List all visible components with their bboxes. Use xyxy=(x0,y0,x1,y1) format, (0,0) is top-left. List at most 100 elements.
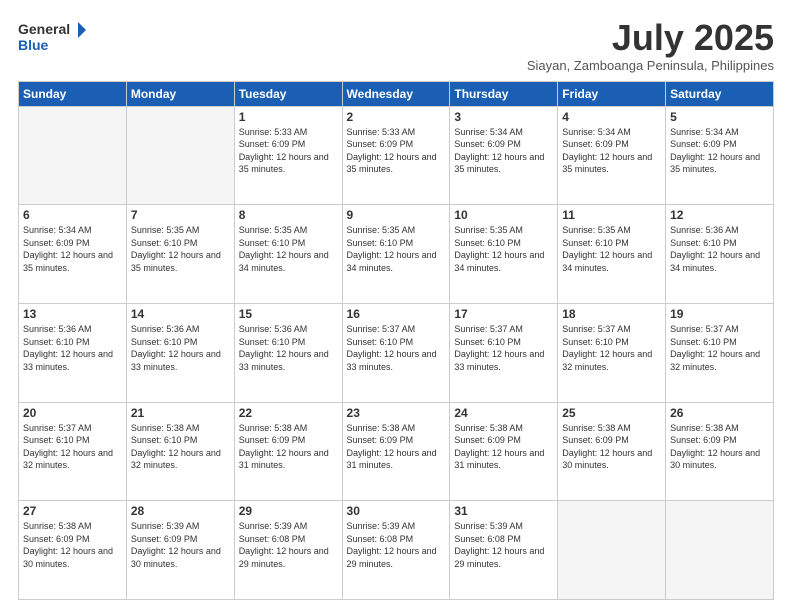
day-info: Sunrise: 5:39 AMSunset: 6:08 PMDaylight:… xyxy=(239,520,338,570)
day-number: 20 xyxy=(23,406,122,420)
day-cell-1-1: 7Sunrise: 5:35 AMSunset: 6:10 PMDaylight… xyxy=(126,205,234,304)
day-cell-2-3: 16 Sunrise: 5:37 AMSunset: 6:10 PMDayligh… xyxy=(342,303,450,402)
day-cell-2-2: 15 Sunrise: 5:36 AMSunset: 6:10 PMDayligh… xyxy=(234,303,342,402)
subtitle: Siayan, Zamboanga Peninsula, Philippines xyxy=(527,58,774,73)
day-info: Sunrise: 5:36 AMSunset: 6:10 PMDaylight:… xyxy=(239,323,338,373)
day-info: Sunrise: 5:33 AMSunset: 6:09 PMDaylight:… xyxy=(347,126,446,176)
day-cell-1-6: 12 Sunrise: 5:36 AMSunset: 6:10 PMDayligh… xyxy=(666,205,774,304)
day-cell-1-4: 10Sunrise: 5:35 AMSunset: 6:10 PMDayligh… xyxy=(450,205,558,304)
calendar: Sunday Monday Tuesday Wednesday Thursday… xyxy=(18,81,774,600)
day-number: 23 xyxy=(347,406,446,420)
day-cell-0-6: 5 Sunrise: 5:34 AMSunset: 6:09 PMDaylight… xyxy=(666,106,774,205)
day-info: Sunrise: 5:38 AMSunset: 6:09 PMDaylight:… xyxy=(239,422,338,472)
day-number: 24 xyxy=(454,406,553,420)
day-info: Sunrise: 5:34 AMSunset: 6:09 PMDaylight:… xyxy=(23,224,122,274)
header-thursday: Thursday xyxy=(450,81,558,106)
day-cell-2-0: 13Sunrise: 5:36 AMSunset: 6:10 PMDayligh… xyxy=(19,303,127,402)
day-number: 22 xyxy=(239,406,338,420)
day-cell-3-5: 25Sunrise: 5:38 AMSunset: 6:09 PMDayligh… xyxy=(558,402,666,501)
day-cell-3-0: 20 Sunrise: 5:37 AMSunset: 6:10 PMDayligh… xyxy=(19,402,127,501)
day-cell-4-4: 31Sunrise: 5:39 AMSunset: 6:08 PMDayligh… xyxy=(450,501,558,600)
calendar-header-row: Sunday Monday Tuesday Wednesday Thursday… xyxy=(19,81,774,106)
header: General Blue July 2025 Siayan, Zamboanga… xyxy=(18,18,774,73)
day-info: Sunrise: 5:37 AMSunset: 6:10 PMDaylight:… xyxy=(23,422,122,472)
day-number: 6 xyxy=(23,208,122,222)
day-cell-0-5: 4 Sunrise: 5:34 AMSunset: 6:09 PMDaylight… xyxy=(558,106,666,205)
day-info: Sunrise: 5:36 AMSunset: 6:10 PMDaylight:… xyxy=(131,323,230,373)
day-info: Sunrise: 5:33 AMSunset: 6:09 PMDaylight:… xyxy=(239,126,338,176)
title-block: July 2025 Siayan, Zamboanga Peninsula, P… xyxy=(527,18,774,73)
day-info: Sunrise: 5:38 AMSunset: 6:09 PMDaylight:… xyxy=(670,422,769,472)
day-number: 8 xyxy=(239,208,338,222)
week-row-4: 27 Sunrise: 5:38 AMSunset: 6:09 PMDayligh… xyxy=(19,501,774,600)
day-info: Sunrise: 5:35 AMSunset: 6:10 PMDaylight:… xyxy=(239,224,338,274)
svg-text:Blue: Blue xyxy=(18,37,49,53)
header-tuesday: Tuesday xyxy=(234,81,342,106)
day-cell-2-5: 18 Sunrise: 5:37 AMSunset: 6:10 PMDayligh… xyxy=(558,303,666,402)
logo: General Blue xyxy=(18,18,88,58)
day-cell-3-1: 21 Sunrise: 5:38 AMSunset: 6:10 PMDayligh… xyxy=(126,402,234,501)
day-number: 17 xyxy=(454,307,553,321)
header-sunday: Sunday xyxy=(19,81,127,106)
day-number: 5 xyxy=(670,110,769,124)
day-number: 11 xyxy=(562,208,661,222)
day-number: 16 xyxy=(347,307,446,321)
day-cell-0-3: 2 Sunrise: 5:33 AMSunset: 6:09 PMDaylight… xyxy=(342,106,450,205)
day-number: 27 xyxy=(23,504,122,518)
day-cell-3-4: 24 Sunrise: 5:38 AMSunset: 6:09 PMDayligh… xyxy=(450,402,558,501)
day-cell-4-2: 29Sunrise: 5:39 AMSunset: 6:08 PMDayligh… xyxy=(234,501,342,600)
day-cell-0-2: 1Sunrise: 5:33 AMSunset: 6:09 PMDaylight… xyxy=(234,106,342,205)
day-cell-3-2: 22 Sunrise: 5:38 AMSunset: 6:09 PMDayligh… xyxy=(234,402,342,501)
svg-text:General: General xyxy=(18,21,70,37)
day-cell-4-6 xyxy=(666,501,774,600)
day-number: 2 xyxy=(347,110,446,124)
day-number: 21 xyxy=(131,406,230,420)
day-info: Sunrise: 5:37 AMSunset: 6:10 PMDaylight:… xyxy=(454,323,553,373)
day-info: Sunrise: 5:35 AMSunset: 6:10 PMDaylight:… xyxy=(347,224,446,274)
day-info: Sunrise: 5:38 AMSunset: 6:09 PMDaylight:… xyxy=(454,422,553,472)
day-number: 26 xyxy=(670,406,769,420)
header-saturday: Saturday xyxy=(666,81,774,106)
day-cell-4-1: 28Sunrise: 5:39 AMSunset: 6:09 PMDayligh… xyxy=(126,501,234,600)
day-number: 25 xyxy=(562,406,661,420)
day-number: 14 xyxy=(131,307,230,321)
day-info: Sunrise: 5:35 AMSunset: 6:10 PMDaylight:… xyxy=(562,224,661,274)
week-row-0: 1Sunrise: 5:33 AMSunset: 6:09 PMDaylight… xyxy=(19,106,774,205)
day-number: 9 xyxy=(347,208,446,222)
day-number: 4 xyxy=(562,110,661,124)
day-cell-2-1: 14 Sunrise: 5:36 AMSunset: 6:10 PMDayligh… xyxy=(126,303,234,402)
day-info: Sunrise: 5:38 AMSunset: 6:09 PMDaylight:… xyxy=(347,422,446,472)
header-friday: Friday xyxy=(558,81,666,106)
week-row-1: 6 Sunrise: 5:34 AMSunset: 6:09 PMDaylight… xyxy=(19,205,774,304)
day-number: 7 xyxy=(131,208,230,222)
day-number: 3 xyxy=(454,110,553,124)
day-info: Sunrise: 5:38 AMSunset: 6:10 PMDaylight:… xyxy=(131,422,230,472)
day-number: 30 xyxy=(347,504,446,518)
day-cell-4-5 xyxy=(558,501,666,600)
day-info: Sunrise: 5:37 AMSunset: 6:10 PMDaylight:… xyxy=(562,323,661,373)
day-info: Sunrise: 5:39 AMSunset: 6:08 PMDaylight:… xyxy=(454,520,553,570)
day-info: Sunrise: 5:37 AMSunset: 6:10 PMDaylight:… xyxy=(347,323,446,373)
day-number: 18 xyxy=(562,307,661,321)
day-cell-1-0: 6 Sunrise: 5:34 AMSunset: 6:09 PMDaylight… xyxy=(19,205,127,304)
day-cell-0-0 xyxy=(19,106,127,205)
day-number: 12 xyxy=(670,208,769,222)
logo-icon: General Blue xyxy=(18,18,88,58)
day-info: Sunrise: 5:37 AMSunset: 6:10 PMDaylight:… xyxy=(670,323,769,373)
header-monday: Monday xyxy=(126,81,234,106)
day-info: Sunrise: 5:39 AMSunset: 6:08 PMDaylight:… xyxy=(347,520,446,570)
day-cell-0-1 xyxy=(126,106,234,205)
day-info: Sunrise: 5:35 AMSunset: 6:10 PMDaylight:… xyxy=(454,224,553,274)
day-number: 15 xyxy=(239,307,338,321)
day-number: 28 xyxy=(131,504,230,518)
day-info: Sunrise: 5:34 AMSunset: 6:09 PMDaylight:… xyxy=(562,126,661,176)
day-number: 13 xyxy=(23,307,122,321)
day-cell-1-2: 8 Sunrise: 5:35 AMSunset: 6:10 PMDaylight… xyxy=(234,205,342,304)
day-cell-3-3: 23 Sunrise: 5:38 AMSunset: 6:09 PMDayligh… xyxy=(342,402,450,501)
day-cell-1-5: 11 Sunrise: 5:35 AMSunset: 6:10 PMDayligh… xyxy=(558,205,666,304)
day-info: Sunrise: 5:38 AMSunset: 6:09 PMDaylight:… xyxy=(23,520,122,570)
day-cell-2-6: 19Sunrise: 5:37 AMSunset: 6:10 PMDayligh… xyxy=(666,303,774,402)
day-info: Sunrise: 5:36 AMSunset: 6:10 PMDaylight:… xyxy=(670,224,769,274)
day-cell-2-4: 17 Sunrise: 5:37 AMSunset: 6:10 PMDayligh… xyxy=(450,303,558,402)
day-info: Sunrise: 5:34 AMSunset: 6:09 PMDaylight:… xyxy=(670,126,769,176)
